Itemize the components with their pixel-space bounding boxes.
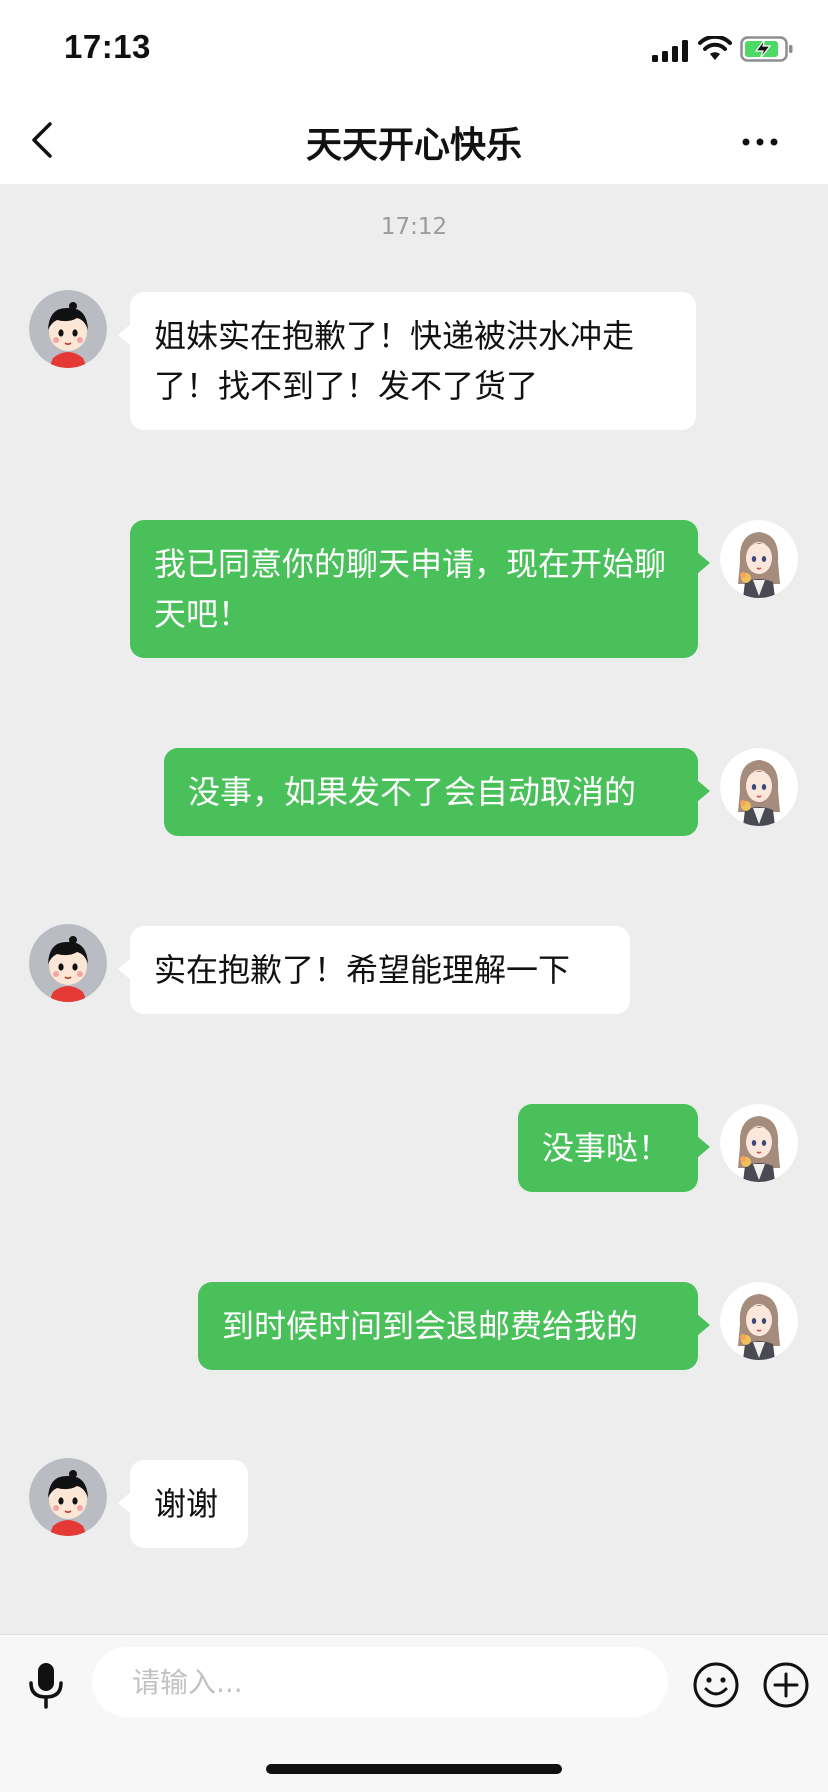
signal-icon [652, 40, 688, 62]
wifi-icon [698, 36, 732, 60]
my-avatar[interactable] [720, 1104, 798, 1182]
more-ellipsis-icon[interactable] [738, 122, 782, 162]
battery-charging-icon [740, 36, 793, 62]
emoji-icon[interactable] [692, 1661, 740, 1709]
microphone-icon[interactable] [26, 1661, 66, 1709]
girl-avatar-icon [720, 520, 798, 598]
contact-avatar[interactable] [29, 1458, 107, 1536]
outgoing-message[interactable]: 我已同意你的聊天申请，现在开始聊天吧！ [130, 520, 710, 658]
chat-title: 天天开心快乐 [305, 125, 522, 166]
incoming-message[interactable]: 实在抱歉了！希望能理解一下 [118, 926, 630, 1014]
girl-avatar-icon [720, 748, 798, 826]
plus-circle-icon[interactable] [762, 1661, 810, 1709]
status-time: 17:13 [64, 28, 151, 65]
outgoing-message[interactable]: 没事哒！ [518, 1104, 710, 1192]
incoming-message[interactable]: 谢谢 [118, 1460, 248, 1548]
header: 17:13 天天开心快乐 [0, 0, 828, 184]
message-input[interactable] [92, 1647, 668, 1717]
message-timestamp: 17:12 [380, 214, 448, 240]
outgoing-message[interactable]: 到时候时间到会退邮费给我的 [198, 1282, 710, 1370]
girl-avatar-icon [720, 1282, 798, 1360]
outgoing-message[interactable]: 没事，如果发不了会自动取消的 [164, 748, 710, 836]
girl-avatar-icon [720, 1104, 798, 1182]
input-bar [0, 1634, 828, 1792]
my-avatar[interactable] [720, 520, 798, 598]
boy-avatar-icon [29, 1458, 107, 1536]
my-avatar[interactable] [720, 1282, 798, 1360]
boy-avatar-icon [29, 924, 107, 1002]
home-indicator [266, 1764, 562, 1774]
boy-avatar-icon [29, 290, 107, 368]
my-avatar[interactable] [720, 748, 798, 826]
incoming-message[interactable]: 姐妹实在抱歉了！快递被洪水冲走了！找不到了！发不了货了 [118, 292, 696, 430]
contact-avatar[interactable] [29, 924, 107, 1002]
contact-avatar[interactable] [29, 290, 107, 368]
